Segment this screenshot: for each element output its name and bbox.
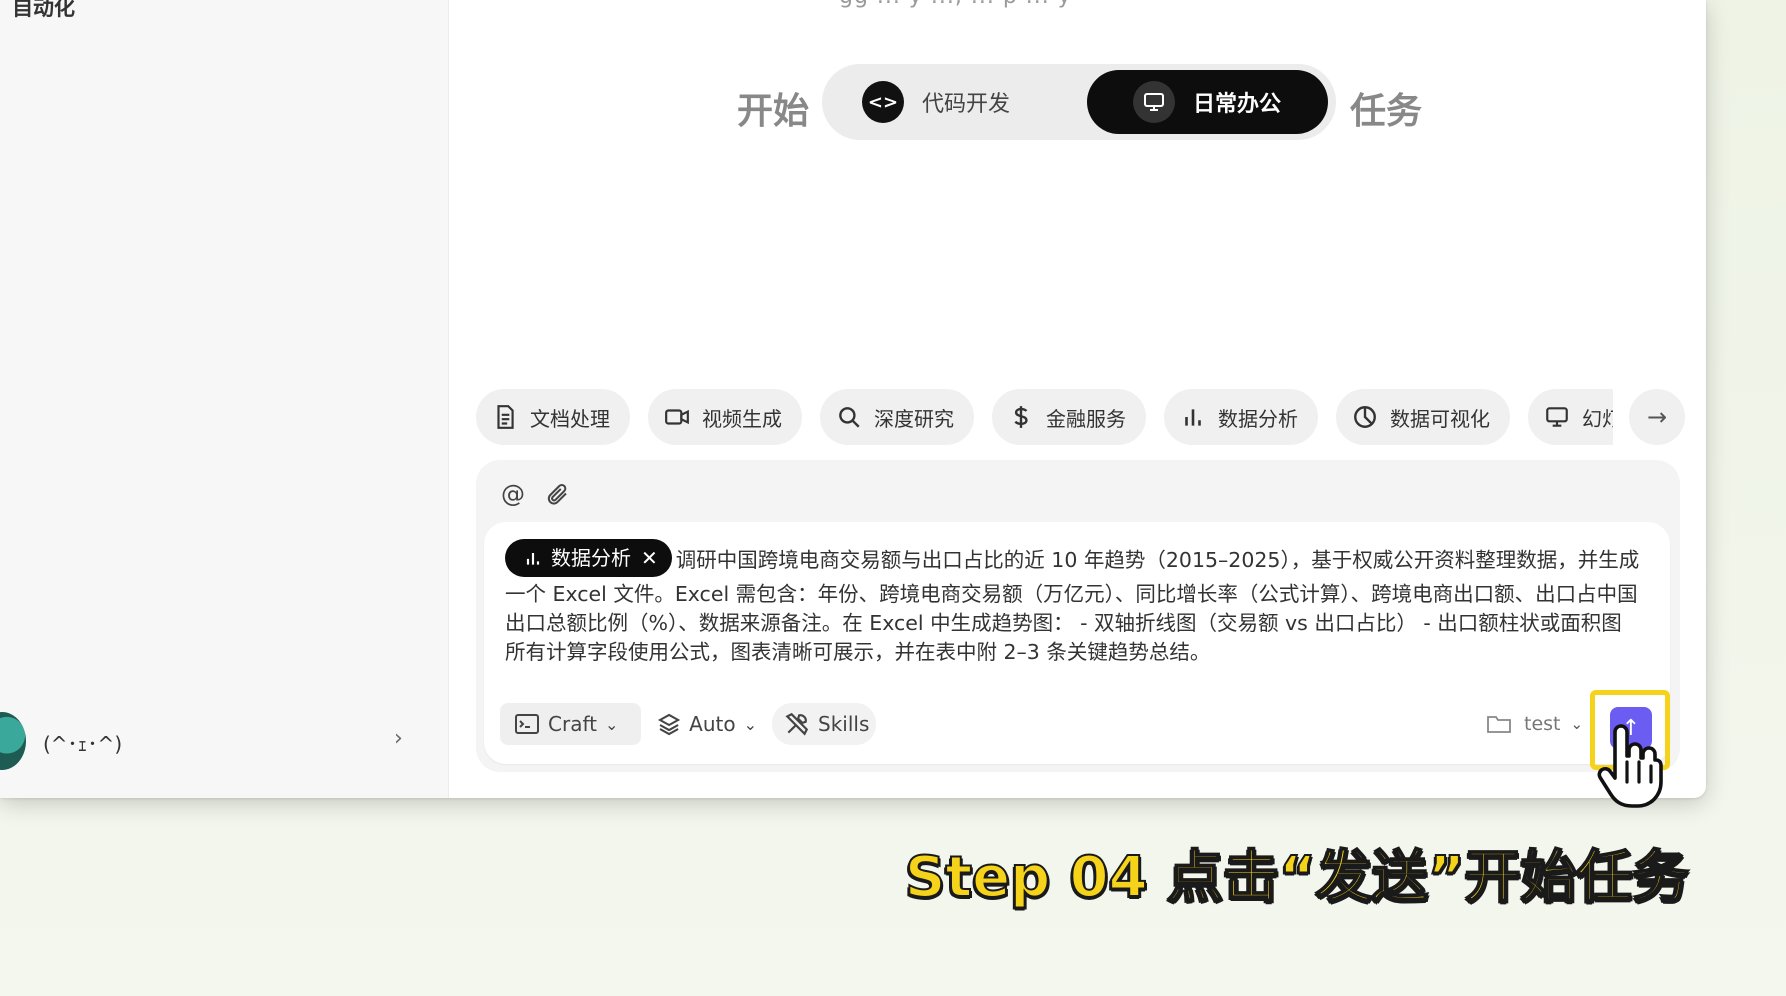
document-icon (497, 405, 514, 429)
chip-label: 数据分析 (1218, 406, 1298, 431)
mode-prefix: 开始 (737, 91, 810, 132)
code-brackets-icon: <> (862, 81, 904, 123)
pie-chart-icon (1354, 406, 1376, 428)
chip-document-processing[interactable]: 文档处理 (476, 389, 630, 445)
at-mention-icon[interactable]: @ (498, 479, 528, 509)
paperclip-icon[interactable] (542, 479, 572, 509)
terminal-window-icon (515, 714, 539, 734)
chevron-down-icon: ⌄ (1570, 715, 1584, 733)
mode-suffix: 任务 (1350, 91, 1423, 132)
mode-select-value: Craft (548, 712, 597, 736)
mode-code-dev-button[interactable]: <> 代码开发 (862, 70, 1052, 134)
composer: @ 数据分析 ✕ 调研中国跨境电商交易额与出口占比的近 10 年趋势（2015–20… (476, 460, 1680, 772)
sidebar: 自动化 (^･ｪ･^) › (0, 0, 449, 798)
skill-chips-row: 文档处理 视频生成 深度研究 金融服务 数据分析 数据可视化 幻灯 → (476, 389, 1686, 445)
step-caption: Step 04 点击“发送”开始任务 (904, 844, 1690, 911)
tools-icon (785, 712, 809, 736)
dollar-icon (1014, 406, 1028, 428)
layers-icon (657, 713, 681, 736)
model-select[interactable]: Auto ⌄ (657, 703, 757, 745)
mode-label: 日常办公 (1193, 92, 1282, 117)
mode-daily-office-button[interactable]: 日常办公 (1087, 70, 1328, 134)
chip-label: 数据可视化 (1390, 406, 1490, 431)
mode-label: 代码开发 (922, 92, 1011, 117)
chip-slides[interactable]: 幻灯 (1528, 389, 1613, 445)
chip-label: 文档处理 (530, 406, 610, 431)
avatar (0, 712, 26, 770)
tag-label: 数据分析 (551, 545, 631, 570)
hand-pointer-cursor-icon (1597, 724, 1663, 808)
subtitle-text: gg ... y ..., ... p ... y (839, 0, 1072, 9)
search-icon (839, 407, 860, 428)
prompt-text: 调研中国跨境电商交易额与出口占比的近 10 年趋势（2015–2025），基于权… (505, 548, 1640, 664)
chip-data-visualization[interactable]: 数据可视化 (1336, 389, 1510, 445)
arrow-right-icon: → (1646, 403, 1668, 431)
mode-select[interactable]: Craft ⌄ (500, 703, 641, 745)
chevron-right-icon: › (394, 726, 403, 751)
mode-row: 开始 <> 代码开发 日常办公 任务 (449, 64, 1706, 140)
monitor-icon (1546, 407, 1568, 427)
chip-label: 金融服务 (1046, 406, 1126, 431)
folder-icon (1487, 716, 1511, 733)
chip-label: 深度研究 (874, 406, 954, 431)
project-select[interactable]: test ⌄ (1486, 703, 1583, 745)
bar-chart-icon (1185, 409, 1201, 426)
prompt-card: 数据分析 ✕ 调研中国跨境电商交易额与出口占比的近 10 年趋势（2015–2025… (484, 522, 1670, 764)
model-select-value: Auto (689, 712, 736, 736)
project-select-value: test (1524, 713, 1561, 735)
video-camera-icon (665, 409, 689, 425)
prompt-input[interactable]: 数据分析 ✕ 调研中国跨境电商交易额与出口占比的近 10 年趋势（2015–2025… (505, 539, 1645, 667)
composer-controls: Craft ⌄ Auto ⌄ Skills test ⌄ (500, 703, 1660, 745)
mode-switch: <> 代码开发 日常办公 (822, 64, 1336, 140)
composer-tools: @ (498, 476, 586, 512)
selected-skill-tag: 数据分析 ✕ (505, 539, 672, 577)
chevron-down-icon: ⌄ (743, 714, 757, 734)
skills-button[interactable]: Skills (772, 703, 876, 745)
user-name: (^･ｪ･^) (43, 732, 123, 756)
app-window: 自动化 (^･ｪ･^) › gg ... y ..., ... p ... y … (0, 0, 1706, 798)
chip-label: 幻灯 (1582, 406, 1613, 431)
chips-scroll-right-button[interactable]: → (1629, 389, 1685, 445)
bar-chart-icon (526, 553, 540, 565)
sidebar-section-title[interactable]: 自动化 (12, 0, 75, 22)
main-panel: gg ... y ..., ... p ... y 开始 <> 代码开发 日常办… (449, 0, 1706, 798)
close-icon[interactable]: ✕ (641, 544, 658, 573)
chip-data-analysis[interactable]: 数据分析 (1164, 389, 1318, 445)
chevron-down-icon: ⌄ (604, 714, 619, 734)
chip-label: 视频生成 (702, 406, 782, 431)
chip-financial-services[interactable]: 金融服务 (992, 389, 1146, 445)
presentation-icon (1133, 81, 1175, 123)
chip-video-generation[interactable]: 视频生成 (648, 389, 802, 445)
skills-label: Skills (818, 712, 870, 736)
user-profile-row[interactable]: (^･ｪ･^) › (0, 712, 430, 770)
chip-deep-research[interactable]: 深度研究 (820, 389, 974, 445)
